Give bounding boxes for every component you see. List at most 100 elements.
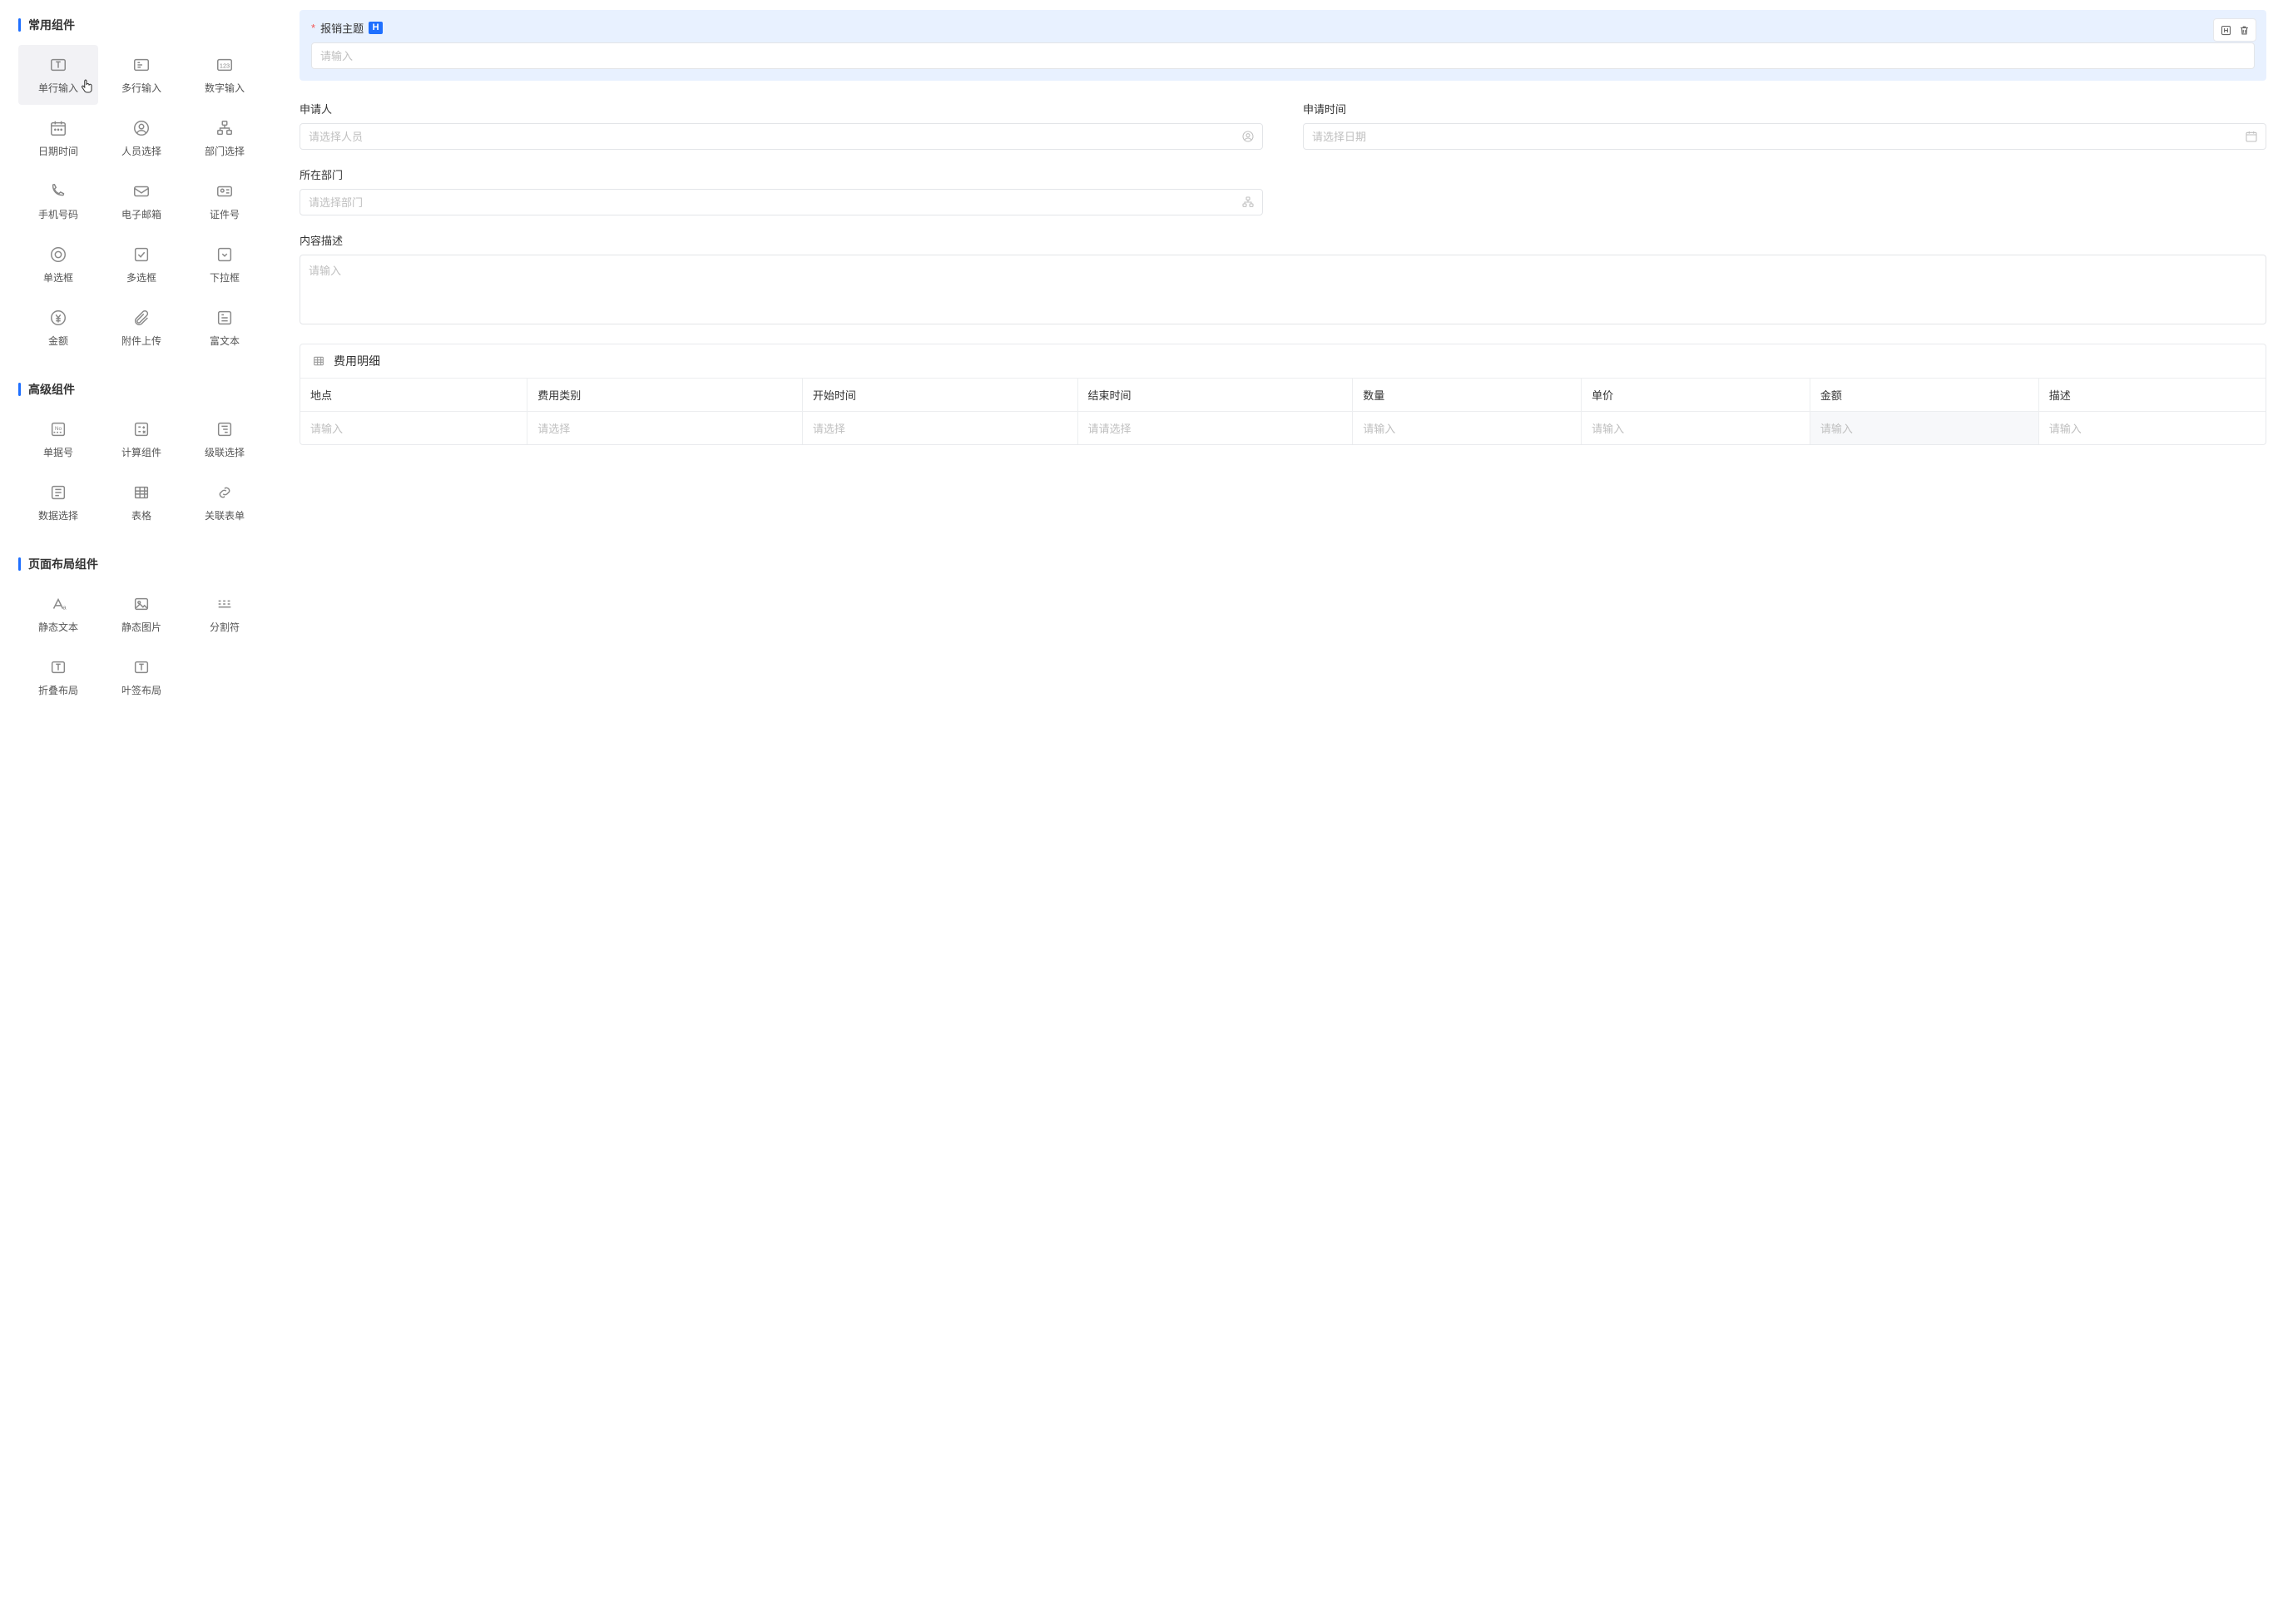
selection-toolbar [2213, 18, 2256, 42]
cell-desc[interactable]: 请输入 [2038, 412, 2266, 445]
cell-price[interactable]: 请输入 [1582, 412, 1810, 445]
comp-multi-line-input[interactable]: 多行输入 [102, 45, 181, 105]
field-label-text: 报销主题 [320, 20, 364, 36]
comp-richtext[interactable]: 富文本 [185, 298, 265, 358]
applytime-input[interactable] [1303, 123, 2266, 150]
col-desc: 描述 [2038, 379, 2266, 412]
cursor-hand-icon [79, 78, 94, 101]
tabs-icon [132, 658, 151, 676]
checkbox-icon [132, 245, 151, 264]
calendar-icon [49, 119, 67, 137]
calc-icon [132, 420, 151, 438]
col-location: 地点 [300, 379, 527, 412]
cell-type[interactable]: 请选择 [527, 412, 803, 445]
comp-static-text[interactable]: a 静态文本 [18, 584, 98, 644]
cell-qty[interactable]: 请输入 [1353, 412, 1582, 445]
delete-button[interactable] [2235, 22, 2253, 38]
subject-input[interactable] [311, 42, 2255, 69]
section-title-common: 常用组件 [18, 17, 265, 33]
field-applicant[interactable]: 申请人 [300, 101, 1263, 150]
billno-icon: No [49, 420, 67, 438]
phone-icon [49, 182, 67, 201]
comp-email[interactable]: 电子邮箱 [102, 171, 181, 231]
col-end: 结束时间 [1077, 379, 1353, 412]
common-grid: 单行输入 多行输入 123 数字输入 日期时间 人员选择 部门选择 手机号码 [18, 45, 265, 358]
heading-tag: H [369, 22, 383, 34]
comp-calc[interactable]: 计算组件 [102, 409, 181, 469]
number-icon: 123 [215, 56, 234, 74]
image-icon [132, 595, 151, 613]
applicant-input[interactable] [300, 123, 1263, 150]
comp-date-time[interactable]: 日期时间 [18, 108, 98, 168]
field-label: 申请时间 [1303, 101, 2266, 116]
comp-static-image[interactable]: 静态图片 [102, 584, 181, 644]
col-price: 单价 [1582, 379, 1810, 412]
cell-start[interactable]: 请选择 [802, 412, 1077, 445]
comp-attachment[interactable]: 附件上传 [102, 298, 181, 358]
toggle-heading-button[interactable] [2216, 22, 2235, 38]
field-label: 所在部门 [300, 166, 1263, 182]
col-amount: 金额 [1810, 379, 2038, 412]
description-textarea[interactable] [300, 255, 2266, 324]
link-icon [215, 483, 234, 502]
comp-linkform[interactable]: 关联表单 [185, 473, 265, 532]
field-description[interactable]: 内容描述 [300, 232, 2266, 327]
cell-end[interactable]: 请请选择 [1077, 412, 1353, 445]
calendar-icon [2245, 130, 2258, 143]
textarea-icon [132, 56, 151, 74]
comp-table[interactable]: 表格 [102, 473, 181, 532]
comp-cascade[interactable]: 级联选择 [185, 409, 265, 469]
field-label: 申请人 [300, 101, 1263, 116]
expense-subtable[interactable]: 费用明细 地点 费用类别 开始时间 结束时间 数量 单价 金额 描述 请输入 请… [300, 344, 2266, 445]
section-title-layout: 页面布局组件 [18, 556, 265, 572]
comp-bill-no[interactable]: No 单据号 [18, 409, 98, 469]
svg-text:123: 123 [220, 62, 230, 69]
field-dept[interactable]: 所在部门 [300, 166, 1263, 215]
subtable-header: 费用明细 [300, 344, 2266, 379]
statictext-icon: a [49, 595, 67, 613]
comp-dept-select[interactable]: 部门选择 [185, 108, 265, 168]
cell-amount[interactable]: 请输入 [1810, 412, 2038, 445]
comp-collapse[interactable]: 折叠布局 [18, 647, 98, 707]
select-icon [215, 245, 234, 264]
attachment-icon [132, 309, 151, 327]
comp-phone[interactable]: 手机号码 [18, 171, 98, 231]
comp-tabs[interactable]: 叶签布局 [102, 647, 181, 707]
email-icon [132, 182, 151, 201]
comp-money[interactable]: 金额 [18, 298, 98, 358]
layout-grid: a 静态文本 静态图片 分割符 折叠布局 叶签布局 [18, 584, 265, 707]
comp-single-line-input[interactable]: 单行输入 [18, 45, 98, 105]
table-icon [132, 483, 151, 502]
section-title-advanced: 高级组件 [18, 381, 265, 398]
field-apply-time[interactable]: 申请时间 [1303, 101, 2266, 150]
cascade-icon [215, 420, 234, 438]
user-icon [1241, 130, 1255, 143]
comp-id-card[interactable]: 证件号 [185, 171, 265, 231]
field-label: * 报销主题 H [311, 20, 2255, 36]
comp-select[interactable]: 下拉框 [185, 235, 265, 295]
form-canvas: * 报销主题 H 申请人 申请时间 所在部门 [283, 0, 2283, 747]
empty-slot [1303, 166, 2266, 215]
comp-user-select[interactable]: 人员选择 [102, 108, 181, 168]
text-input-icon [49, 56, 67, 74]
richtext-icon [215, 309, 234, 327]
comp-divider[interactable]: 分割符 [185, 584, 265, 644]
advanced-grid: No 单据号 计算组件 级联选择 数据选择 表格 关联表单 [18, 409, 265, 532]
col-qty: 数量 [1353, 379, 1582, 412]
svg-text:No: No [55, 425, 62, 431]
comp-number-input[interactable]: 123 数字输入 [185, 45, 265, 105]
cell-location[interactable]: 请输入 [300, 412, 527, 445]
comp-radio[interactable]: 单选框 [18, 235, 98, 295]
component-palette: 常用组件 单行输入 多行输入 123 数字输入 日期时间 人员选择 部门选择 [0, 0, 283, 747]
radio-icon [49, 245, 67, 264]
field-label: 内容描述 [300, 232, 2266, 248]
table-row[interactable]: 请输入 请选择 请选择 请请选择 请输入 请输入 请输入 请输入 [300, 412, 2266, 445]
comp-checkbox[interactable]: 多选框 [102, 235, 181, 295]
dataselect-icon [49, 483, 67, 502]
col-type: 费用类别 [527, 379, 803, 412]
field-reimburse-subject[interactable]: * 报销主题 H [300, 10, 2266, 81]
table-header-row: 地点 费用类别 开始时间 结束时间 数量 单价 金额 描述 [300, 379, 2266, 412]
comp-dataselect[interactable]: 数据选择 [18, 473, 98, 532]
divider-icon [215, 595, 234, 613]
dept-input[interactable] [300, 189, 1263, 215]
